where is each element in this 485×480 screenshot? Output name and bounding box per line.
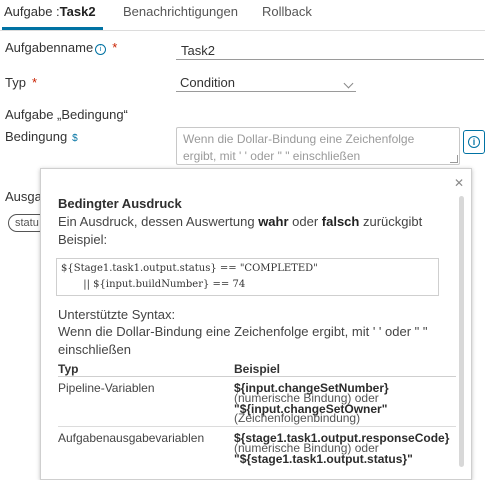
row1-type: Pipeline-Variablen (58, 381, 155, 395)
column-header-type: Typ (58, 362, 79, 376)
desc-post: zurückgibt (359, 214, 423, 229)
task-name-value: Task2 (181, 43, 215, 58)
type-select[interactable]: Condition (176, 75, 356, 92)
required-mark: * (112, 40, 118, 55)
code-example: ${Stage1.task1.output.status} == "COMPLE… (56, 258, 439, 296)
tab-notifications[interactable]: Benachrichtigungen (123, 4, 238, 19)
desc-false: falsch (321, 214, 360, 229)
code-line1: ${Stage1.task1.output.status} == "COMPLE… (61, 263, 318, 274)
type-label: Typ * (5, 75, 37, 90)
task-name-label: Aufgabenname i * (5, 40, 117, 55)
supported-syntax-label: Unterstützte Syntax: (58, 307, 176, 322)
task-name-label-text: Aufgabenname (5, 40, 94, 55)
resize-handle-icon[interactable] (450, 155, 458, 163)
popover-title: Bedingter Ausdruck (58, 196, 182, 211)
tab-rollback[interactable]: Rollback (262, 4, 312, 19)
tab-task-name: Task2 (59, 4, 96, 19)
supported-line2: einschließen (58, 342, 131, 357)
condition-textarea[interactable]: Wenn die Dollar-Bindung eine Zeichenfolg… (176, 127, 460, 165)
popover-scrollbar[interactable] (459, 196, 464, 467)
required-mark: * (31, 75, 38, 90)
row-divider (58, 426, 456, 427)
condition-label: Bedingung $ (5, 129, 78, 144)
close-icon[interactable]: ✕ (454, 176, 464, 190)
condition-placeholder-line2: ergibt, mit ' ' oder " " einschließen (183, 149, 361, 163)
tab-task-prefix: Aufgabe : (4, 4, 60, 19)
tab-bar: Aufgabe :Task2 Benachrichtigungen Rollba… (0, 0, 485, 31)
section-heading: Aufgabe „Bedingung“ (5, 107, 128, 122)
column-header-example: Beispiel (234, 362, 281, 376)
chevron-down-icon (343, 78, 354, 89)
dollar-binding-icon: $ (72, 133, 78, 144)
row2-example2: "${stage1.task1.output.status}" (234, 452, 413, 466)
task-name-input[interactable]: Task2 (176, 43, 484, 60)
row2-type: Aufgabenausgabevariablen (58, 431, 205, 445)
condition-info-button[interactable]: i (463, 130, 485, 154)
desc-pre: Ein Ausdruck, dessen Auswertung (58, 214, 259, 229)
supported-line1: Wenn die Dollar-Bindung eine Zeichenfolg… (58, 324, 428, 339)
desc-mid: oder (288, 214, 322, 229)
output-label: Ausga (5, 189, 42, 204)
row1-note2: (Zeichenfolgenbindung) (234, 411, 361, 425)
desc-true: wahr (258, 214, 289, 229)
popover-description: Ein Ausdruck, dessen Auswertung wahr ode… (58, 213, 422, 231)
info-icon[interactable]: i (95, 44, 107, 55)
type-label-text: Typ (5, 75, 26, 90)
condition-placeholder-line1: Wenn die Dollar-Bindung eine Zeichenfolg… (183, 132, 415, 146)
table-header-divider (58, 376, 456, 377)
type-value: Condition (180, 75, 235, 90)
tab-task[interactable]: Aufgabe :Task2 (4, 4, 96, 19)
condition-label-text: Bedingung (5, 129, 68, 144)
example-label: Beispiel: (58, 232, 108, 247)
info-icon: i (468, 136, 480, 148)
tab-divider (0, 30, 485, 31)
code-line2: || ${input.buildNumber} == 74 (61, 279, 246, 290)
